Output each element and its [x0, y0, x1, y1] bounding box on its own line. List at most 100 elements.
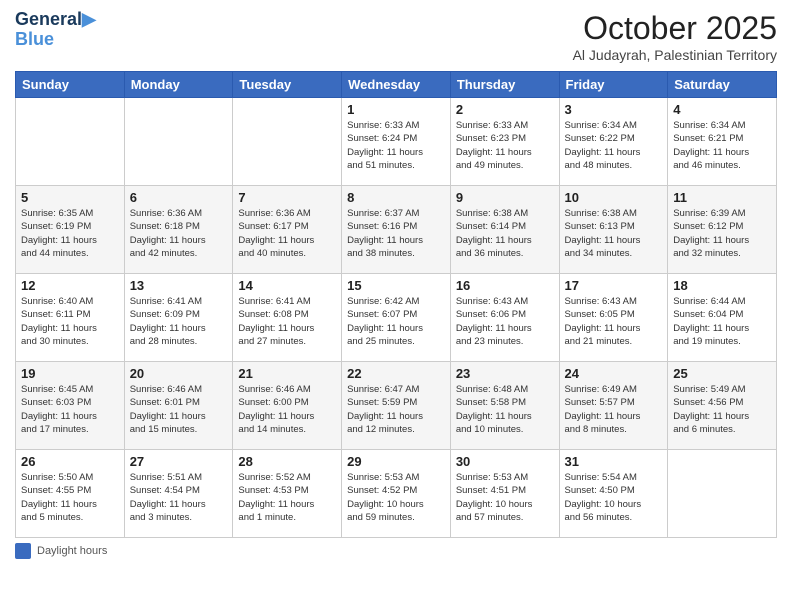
day-number: 19: [21, 366, 119, 381]
day-info: Sunrise: 5:49 AM Sunset: 4:56 PM Dayligh…: [673, 383, 771, 436]
day-number: 10: [565, 190, 663, 205]
day-number: 5: [21, 190, 119, 205]
calendar-cell: 30Sunrise: 5:53 AM Sunset: 4:51 PM Dayli…: [450, 450, 559, 538]
calendar-cell: [16, 98, 125, 186]
title-section: October 2025 Al Judayrah, Palestinian Te…: [573, 10, 777, 63]
day-number: 14: [238, 278, 336, 293]
calendar-cell: [668, 450, 777, 538]
day-number: 17: [565, 278, 663, 293]
day-info: Sunrise: 5:50 AM Sunset: 4:55 PM Dayligh…: [21, 471, 119, 524]
day-number: 15: [347, 278, 445, 293]
calendar-cell: 8 Sunrise: 6:37 AM Sunset: 6:16 PM Daylig…: [342, 186, 451, 274]
calendar-cell: 27Sunrise: 5:51 AM Sunset: 4:54 PM Dayli…: [124, 450, 233, 538]
calendar-cell: 22 Sunrise: 6:47 AM Sunset: 5:59 PM Dayli…: [342, 362, 451, 450]
calendar-week-row: 12 Sunrise: 6:40 AM Sunset: 6:11 PM Dayli…: [16, 274, 777, 362]
day-number: 22: [347, 366, 445, 381]
day-number: 25: [673, 366, 771, 381]
column-header-monday: Monday: [124, 72, 233, 98]
calendar-cell: 13 Sunrise: 6:41 AM Sunset: 6:09 PM Dayli…: [124, 274, 233, 362]
daylight-color-box: [15, 543, 31, 559]
subtitle: Al Judayrah, Palestinian Territory: [573, 47, 777, 63]
day-info: Sunrise: 6:36 AM Sunset: 6:18 PM Dayligh…: [130, 207, 228, 260]
calendar-cell: 26 Sunrise: 5:50 AM Sunset: 4:55 PM Dayli…: [16, 450, 125, 538]
day-info: Sunrise: 6:33 AM Sunset: 6:24 PM Dayligh…: [347, 119, 445, 172]
calendar-cell: 16 Sunrise: 6:43 AM Sunset: 6:06 PM Dayli…: [450, 274, 559, 362]
logo-text: General▶ Blue: [15, 10, 96, 50]
day-number: 27: [130, 454, 228, 469]
calendar-cell: [124, 98, 233, 186]
day-info: Sunrise: 6:46 AM Sunset: 6:00 PM Dayligh…: [238, 383, 336, 436]
calendar-cell: 11 Sunrise: 6:39 AM Sunset: 6:12 PM Dayli…: [668, 186, 777, 274]
day-info: Sunrise: 6:45 AM Sunset: 6:03 PM Dayligh…: [21, 383, 119, 436]
footer: Daylight hours: [15, 543, 777, 559]
day-number: 9: [456, 190, 554, 205]
day-info: Sunrise: 5:54 AM Sunset: 4:50 PM Dayligh…: [565, 471, 663, 524]
column-header-thursday: Thursday: [450, 72, 559, 98]
day-info: Sunrise: 6:48 AM Sunset: 5:58 PM Dayligh…: [456, 383, 554, 436]
calendar-cell: 6 Sunrise: 6:36 AM Sunset: 6:18 PM Daylig…: [124, 186, 233, 274]
calendar-cell: 14Sunrise: 6:41 AM Sunset: 6:08 PM Dayli…: [233, 274, 342, 362]
calendar-cell: 9Sunrise: 6:38 AM Sunset: 6:14 PM Daylig…: [450, 186, 559, 274]
day-number: 7: [238, 190, 336, 205]
day-info: Sunrise: 6:34 AM Sunset: 6:22 PM Dayligh…: [565, 119, 663, 172]
day-info: Sunrise: 6:40 AM Sunset: 6:11 PM Dayligh…: [21, 295, 119, 348]
day-number: 23: [456, 366, 554, 381]
day-number: 2: [456, 102, 554, 117]
day-info: Sunrise: 6:34 AM Sunset: 6:21 PM Dayligh…: [673, 119, 771, 172]
calendar-cell: 25 Sunrise: 5:49 AM Sunset: 4:56 PM Dayli…: [668, 362, 777, 450]
calendar-cell: 2 Sunrise: 6:33 AM Sunset: 6:23 PM Daylig…: [450, 98, 559, 186]
column-header-wednesday: Wednesday: [342, 72, 451, 98]
calendar-cell: 23 Sunrise: 6:48 AM Sunset: 5:58 PM Dayli…: [450, 362, 559, 450]
day-number: 1: [347, 102, 445, 117]
calendar-cell: 20 Sunrise: 6:46 AM Sunset: 6:01 PM Dayli…: [124, 362, 233, 450]
day-number: 13: [130, 278, 228, 293]
day-number: 8: [347, 190, 445, 205]
calendar-cell: 1 Sunrise: 6:33 AM Sunset: 6:24 PM Daylig…: [342, 98, 451, 186]
day-info: Sunrise: 6:46 AM Sunset: 6:01 PM Dayligh…: [130, 383, 228, 436]
calendar-cell: 21 Sunrise: 6:46 AM Sunset: 6:00 PM Dayli…: [233, 362, 342, 450]
day-info: Sunrise: 6:43 AM Sunset: 6:06 PM Dayligh…: [456, 295, 554, 348]
day-info: Sunrise: 6:33 AM Sunset: 6:23 PM Dayligh…: [456, 119, 554, 172]
calendar-cell: 17Sunrise: 6:43 AM Sunset: 6:05 PM Dayli…: [559, 274, 668, 362]
column-header-sunday: Sunday: [16, 72, 125, 98]
month-title: October 2025: [573, 10, 777, 47]
calendar-cell: [233, 98, 342, 186]
day-number: 16: [456, 278, 554, 293]
calendar-cell: 7 Sunrise: 6:36 AM Sunset: 6:17 PM Daylig…: [233, 186, 342, 274]
day-info: Sunrise: 6:36 AM Sunset: 6:17 PM Dayligh…: [238, 207, 336, 260]
day-info: Sunrise: 6:35 AM Sunset: 6:19 PM Dayligh…: [21, 207, 119, 260]
calendar-week-row: 26 Sunrise: 5:50 AM Sunset: 4:55 PM Dayli…: [16, 450, 777, 538]
day-info: Sunrise: 6:38 AM Sunset: 6:13 PM Dayligh…: [565, 207, 663, 260]
calendar-cell: 31Sunrise: 5:54 AM Sunset: 4:50 PM Dayli…: [559, 450, 668, 538]
logo: General▶ Blue: [15, 10, 96, 50]
day-info: Sunrise: 6:49 AM Sunset: 5:57 PM Dayligh…: [565, 383, 663, 436]
calendar-cell: 10 Sunrise: 6:38 AM Sunset: 6:13 PM Dayli…: [559, 186, 668, 274]
calendar-week-row: 1 Sunrise: 6:33 AM Sunset: 6:24 PM Daylig…: [16, 98, 777, 186]
calendar-cell: 28Sunrise: 5:52 AM Sunset: 4:53 PM Dayli…: [233, 450, 342, 538]
column-header-friday: Friday: [559, 72, 668, 98]
day-number: 20: [130, 366, 228, 381]
calendar-cell: 5 Sunrise: 6:35 AM Sunset: 6:19 PM Daylig…: [16, 186, 125, 274]
calendar-week-row: 5 Sunrise: 6:35 AM Sunset: 6:19 PM Daylig…: [16, 186, 777, 274]
day-number: 11: [673, 190, 771, 205]
day-number: 26: [21, 454, 119, 469]
column-header-saturday: Saturday: [668, 72, 777, 98]
day-number: 24: [565, 366, 663, 381]
header-row: SundayMondayTuesdayWednesdayThursdayFrid…: [16, 72, 777, 98]
day-number: 6: [130, 190, 228, 205]
day-info: Sunrise: 6:47 AM Sunset: 5:59 PM Dayligh…: [347, 383, 445, 436]
calendar-cell: 4Sunrise: 6:34 AM Sunset: 6:21 PM Daylig…: [668, 98, 777, 186]
calendar-cell: 19 Sunrise: 6:45 AM Sunset: 6:03 PM Dayli…: [16, 362, 125, 450]
day-info: Sunrise: 6:41 AM Sunset: 6:09 PM Dayligh…: [130, 295, 228, 348]
column-header-tuesday: Tuesday: [233, 72, 342, 98]
day-number: 12: [21, 278, 119, 293]
calendar-cell: 24 Sunrise: 6:49 AM Sunset: 5:57 PM Dayli…: [559, 362, 668, 450]
day-number: 28: [238, 454, 336, 469]
day-info: Sunrise: 5:53 AM Sunset: 4:51 PM Dayligh…: [456, 471, 554, 524]
day-info: Sunrise: 6:39 AM Sunset: 6:12 PM Dayligh…: [673, 207, 771, 260]
day-info: Sunrise: 6:37 AM Sunset: 6:16 PM Dayligh…: [347, 207, 445, 260]
day-info: Sunrise: 6:44 AM Sunset: 6:04 PM Dayligh…: [673, 295, 771, 348]
header: General▶ Blue October 2025 Al Judayrah, …: [15, 10, 777, 63]
day-number: 21: [238, 366, 336, 381]
day-info: Sunrise: 5:53 AM Sunset: 4:52 PM Dayligh…: [347, 471, 445, 524]
